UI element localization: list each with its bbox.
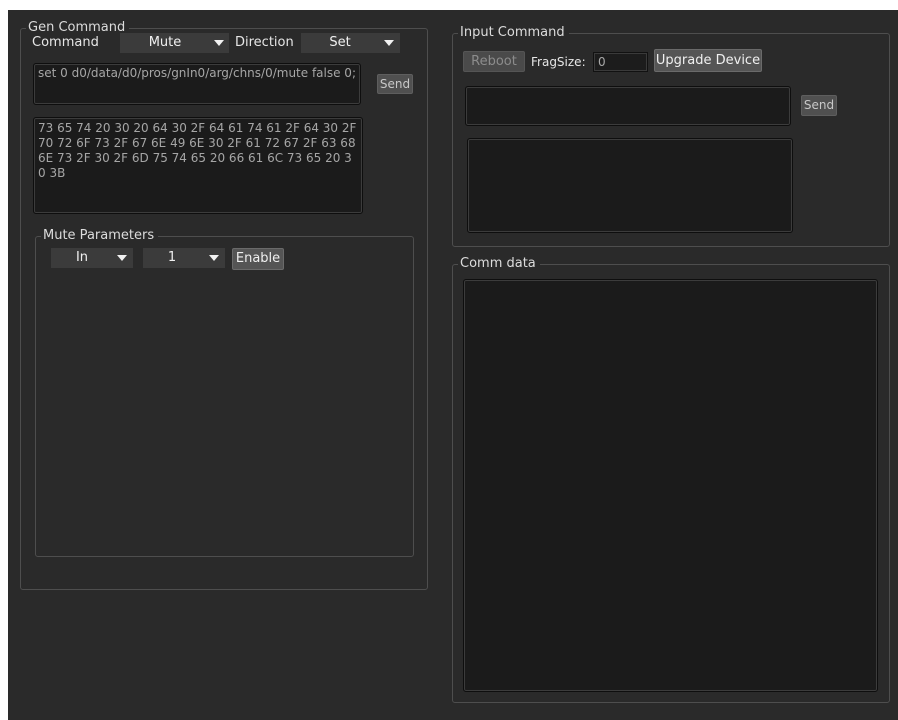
input-command-title: Input Command [458, 25, 569, 41]
comm-data-group: Comm data [452, 256, 890, 703]
enable-button[interactable]: Enable [232, 248, 284, 270]
mute-parameters-group: Mute Parameters In 1 Enable [35, 228, 414, 557]
direction-select-value: Set [329, 35, 351, 50]
command-select[interactable]: Mute [120, 33, 229, 53]
comm-data-title: Comm data [458, 256, 540, 272]
io-select[interactable]: In [51, 248, 133, 268]
gen-command-group: Gen Command Command Mute Direction Set s… [20, 20, 428, 590]
hex-output-text: 73 65 74 20 30 20 64 30 2F 64 61 74 61 2… [38, 121, 357, 180]
comm-data-log[interactable] [463, 279, 878, 692]
chevron-down-icon [381, 33, 397, 53]
chevron-down-icon [211, 33, 227, 53]
gen-send-button[interactable]: Send [377, 74, 413, 94]
chevron-down-icon [114, 248, 130, 268]
command-text: set 0 d0/data/d0/pros/gnIn0/arg/chns/0/m… [38, 66, 356, 80]
command-text-field[interactable]: set 0 d0/data/d0/pros/gnIn0/arg/chns/0/m… [33, 63, 361, 105]
channel-select-value: 1 [167, 250, 177, 265]
input-send-button[interactable]: Send [801, 95, 837, 116]
fragsize-input[interactable]: 0 [593, 52, 648, 72]
input-command-field[interactable] [465, 86, 791, 126]
direction-select[interactable]: Set [301, 33, 400, 53]
channel-select[interactable]: 1 [143, 248, 225, 268]
chevron-down-icon [206, 248, 222, 268]
command-select-value: Mute [148, 35, 182, 50]
input-command-group: Input Command Reboot FragSize: 0 Upgrade… [452, 25, 890, 247]
command-label: Command [32, 35, 99, 50]
hex-output-field[interactable]: 73 65 74 20 30 20 64 30 2F 64 61 74 61 2… [33, 117, 363, 214]
mute-parameters-title: Mute Parameters [41, 228, 159, 244]
io-select-value: In [75, 250, 89, 265]
fragsize-label: FragSize: [531, 55, 586, 69]
input-response-field[interactable] [467, 138, 793, 233]
direction-label: Direction [235, 35, 294, 50]
app-window: Gen Command Command Mute Direction Set s… [8, 10, 898, 720]
upgrade-device-button[interactable]: Upgrade Device [654, 49, 762, 72]
reboot-button[interactable]: Reboot [463, 51, 525, 72]
